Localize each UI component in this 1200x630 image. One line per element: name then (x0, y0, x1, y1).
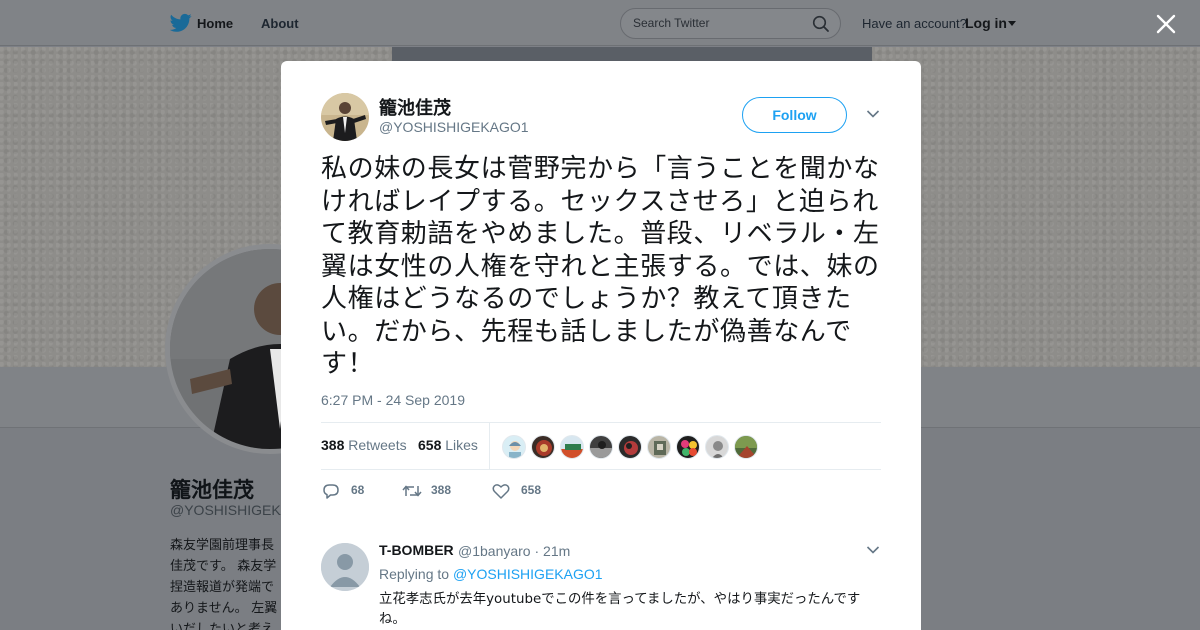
reply-icon (323, 484, 339, 499)
author-avatar-image (321, 93, 369, 141)
retweet-action[interactable]: 388 (401, 479, 461, 503)
chevron-down-icon[interactable] (1008, 21, 1016, 26)
search-input[interactable]: Search Twitter (620, 8, 841, 39)
like-count: 658 (521, 483, 542, 497)
liker-avatar[interactable] (647, 435, 671, 459)
like-action[interactable]: 658 (491, 479, 551, 503)
twitter-bird-icon[interactable] (170, 13, 192, 33)
liker-avatar[interactable] (676, 435, 700, 459)
likes-count: 658 (418, 437, 442, 453)
retweets-stat[interactable]: 388 Retweets (321, 437, 407, 453)
liker-avatar[interactable] (531, 435, 555, 459)
tweet-actions: 68 388 658 (321, 479, 881, 503)
replying-to-prefix: Replying to (379, 566, 450, 582)
heart-icon (492, 484, 510, 499)
reply-author-name[interactable]: T-BOMBER (379, 542, 454, 558)
search-placeholder: Search Twitter (633, 16, 710, 30)
reply-avatar[interactable] (321, 543, 369, 591)
liker-avatar[interactable] (618, 435, 642, 459)
retweets-label: Retweets (348, 437, 407, 453)
tweet-text: 私の妹の長女は菅野完から「言うことを聞かなければレイプする。セックスさせろ」と迫… (321, 154, 880, 379)
replying-to-line: Replying to @YOSHISHIGEKAGO1 (379, 566, 603, 582)
have-account-text: Have an account? (862, 16, 967, 31)
reply-action[interactable]: 68 (321, 479, 371, 503)
replying-to-link[interactable]: @YOSHISHIGEKAGO1 (453, 566, 603, 582)
profile-handle: @YOSHISHIGEKA (170, 502, 291, 518)
login-link[interactable]: Log in (965, 15, 1007, 31)
liker-avatar[interactable] (589, 435, 613, 459)
bio-line: いだしたいと考え (170, 621, 275, 630)
chevron-down-icon[interactable] (866, 545, 880, 555)
liker-avatar[interactable] (705, 435, 729, 459)
tweet-timestamp[interactable]: 6:27 PM - 24 Sep 2019 (321, 392, 465, 408)
top-navigation: Home About Search Twitter Have an accoun… (0, 0, 1200, 46)
bio-line: 捏造報道が発端で (170, 579, 275, 594)
reply-text: 立花孝志氏が去年youtubeでこの件を言ってましたが、やはり事実だったんですね… (379, 592, 861, 627)
reply-author-handle[interactable]: @1banyaro · 21m (458, 543, 570, 559)
bio-line: 森友学園前理事長 (170, 537, 275, 552)
nav-home-link[interactable]: Home (197, 16, 233, 31)
author-handle[interactable]: @YOSHISHIGEKAGO1 (379, 119, 529, 135)
reply-count: 68 (351, 483, 365, 497)
likes-stat[interactable]: 658 Likes (418, 437, 478, 453)
reply-time[interactable]: · 21m (534, 543, 570, 559)
likes-label: Likes (445, 437, 478, 453)
profile-name: 籠池佳茂 (170, 479, 254, 502)
stats-divider (489, 423, 490, 469)
author-avatar[interactable] (321, 93, 369, 141)
reply-tweet: T-BOMBER @1banyaro · 21m Replying to @YO… (281, 524, 921, 630)
nav-about-link[interactable]: About (261, 16, 299, 31)
profile-bio: 森友学園前理事長 佳茂です。 森友学 捏造報道が発端で ありません。 左翼 いだ… (170, 534, 282, 630)
close-icon[interactable] (1154, 12, 1178, 36)
chevron-down-icon[interactable] (866, 109, 880, 119)
liker-avatar[interactable] (734, 435, 758, 459)
retweet-icon (402, 485, 422, 497)
retweet-count: 388 (431, 483, 452, 497)
tweet-modal: 籠池佳茂 @YOSHISHIGEKAGO1 Follow 私の妹の長女は菅野完か… (281, 61, 921, 630)
author-name[interactable]: 籠池佳茂 (379, 94, 451, 120)
search-icon[interactable] (812, 15, 830, 33)
tweet-stats: 388 Retweets 658 Likes (321, 422, 881, 470)
liker-avatar[interactable] (502, 435, 526, 459)
liker-avatar[interactable] (560, 435, 584, 459)
bio-line: 佳茂です。 森友学 (170, 558, 277, 573)
retweets-count: 388 (321, 437, 345, 453)
default-avatar-icon (321, 543, 369, 591)
bio-line: ありません。 左翼 (170, 600, 278, 615)
follow-button[interactable]: Follow (742, 97, 847, 133)
reply-handle-text: @1banyaro (458, 543, 531, 559)
